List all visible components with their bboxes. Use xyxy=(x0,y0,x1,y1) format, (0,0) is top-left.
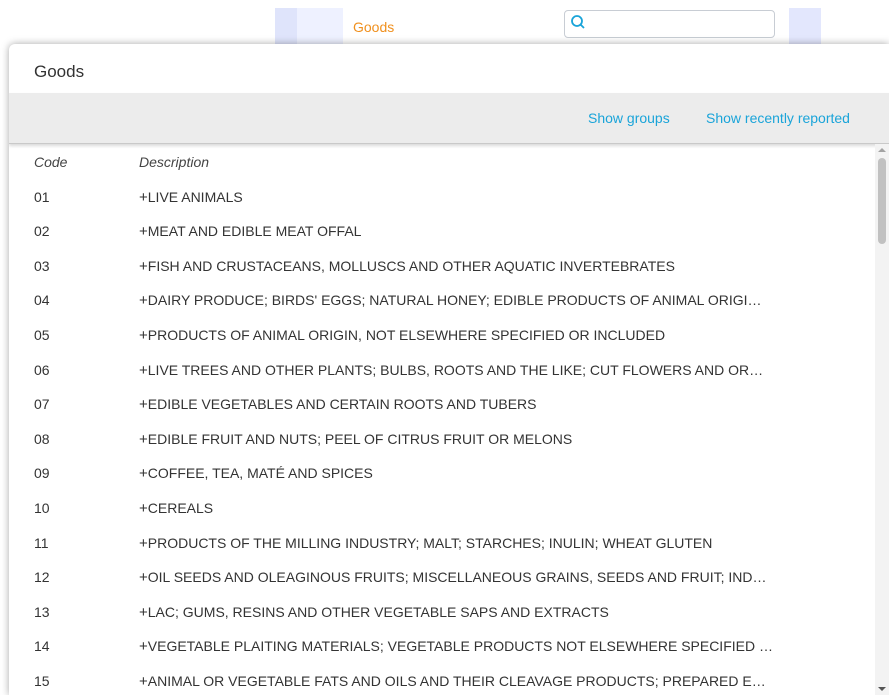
row-description-text: MEAT AND EDIBLE MEAT OFFAL xyxy=(147,223,362,240)
row-description: +LIVE ANIMALS xyxy=(139,189,839,206)
row-code: 04 xyxy=(34,292,50,309)
expand-plus-icon[interactable]: + xyxy=(139,604,148,621)
row-description: +MEAT AND EDIBLE MEAT OFFAL xyxy=(139,223,839,240)
table-row[interactable]: 05 +PRODUCTS OF ANIMAL ORIGIN, NOT ELSEWH… xyxy=(9,317,875,352)
table-row[interactable]: 12 +OIL SEEDS AND OLEAGINOUS FRUITS; MISC… xyxy=(9,559,875,594)
background-goods-label[interactable]: Goods xyxy=(353,19,394,35)
row-description-text: LIVE TREES AND OTHER PLANTS; BULBS, ROOT… xyxy=(147,361,764,378)
table-row[interactable]: 10 +CEREALS xyxy=(9,490,875,525)
expand-plus-icon[interactable]: + xyxy=(139,500,148,517)
row-code: 14 xyxy=(34,638,50,655)
scrollbar-thumb[interactable] xyxy=(878,158,886,244)
scroll-up-arrow-icon[interactable] xyxy=(878,148,886,152)
background-block xyxy=(275,8,297,48)
expand-plus-icon[interactable]: + xyxy=(139,362,148,379)
row-code: 13 xyxy=(34,603,50,620)
expand-plus-icon[interactable]: + xyxy=(139,396,148,413)
expand-plus-icon[interactable]: + xyxy=(139,638,148,655)
row-code: 11 xyxy=(34,534,49,551)
row-description: +OIL SEEDS AND OLEAGINOUS FRUITS; MISCEL… xyxy=(139,569,839,586)
show-groups-link[interactable]: Show groups xyxy=(588,110,670,126)
row-description: +COFFEE, TEA, MATÉ AND SPICES xyxy=(139,465,839,482)
row-description-text: PRODUCTS OF ANIMAL ORIGIN, NOT ELSEWHERE… xyxy=(147,327,666,343)
table-row[interactable]: 14 +VEGETABLE PLAITING MATERIALS; VEGETAB… xyxy=(9,628,875,663)
table-row[interactable]: 09 +COFFEE, TEA, MATÉ AND SPICES xyxy=(9,455,875,490)
table-header: Code Description xyxy=(9,144,875,179)
row-description: +PRODUCTS OF THE MILLING INDUSTRY; MALT;… xyxy=(139,535,839,552)
table-row[interactable]: 07 +EDIBLE VEGETABLES AND CERTAIN ROOTS A… xyxy=(9,386,875,421)
row-description-text: LIVE ANIMALS xyxy=(147,188,243,205)
column-header-code: Code xyxy=(34,154,68,170)
table-row[interactable]: 04 +DAIRY PRODUCE; BIRDS' EGGS; NATURAL H… xyxy=(9,282,875,317)
table-row[interactable]: 06 +LIVE TREES AND OTHER PLANTS; BULBS, R… xyxy=(9,352,875,387)
scrollbar[interactable] xyxy=(875,144,889,695)
expand-plus-icon[interactable]: + xyxy=(139,673,148,690)
table-row[interactable]: 13 +LAC; GUMS, RESINS AND OTHER VEGETABLE… xyxy=(9,594,875,629)
row-description: +CEREALS xyxy=(139,500,839,517)
row-description-text: EDIBLE FRUIT AND NUTS; PEEL OF CITRUS FR… xyxy=(147,430,573,447)
row-description: +LAC; GUMS, RESINS AND OTHER VEGETABLE S… xyxy=(139,604,839,621)
goods-table: Code Description 01 +LIVE ANIMALS 02 +MEAT … xyxy=(9,144,875,695)
modal-toolbar: Show groups Show recently reported xyxy=(9,93,889,144)
row-description-text: LAC; GUMS, RESINS AND OTHER VEGETABLE SA… xyxy=(147,603,609,620)
row-description-text: OIL SEEDS AND OLEAGINOUS FRUITS; MISCELL… xyxy=(147,569,767,586)
table-row[interactable]: 02 +MEAT AND EDIBLE MEAT OFFAL xyxy=(9,213,875,248)
row-code: 06 xyxy=(34,361,50,378)
expand-plus-icon[interactable]: + xyxy=(139,189,148,206)
background-block xyxy=(297,8,343,48)
table-row[interactable]: 11 +PRODUCTS OF THE MILLING INDUSTRY; MAL… xyxy=(9,525,875,560)
table-row[interactable]: 08 +EDIBLE FRUIT AND NUTS; PEEL OF CITRUS… xyxy=(9,421,875,456)
row-code: 01 xyxy=(34,188,50,205)
expand-plus-icon[interactable]: + xyxy=(139,465,148,482)
scroll-down-arrow-icon[interactable] xyxy=(878,687,886,691)
expand-plus-icon[interactable]: + xyxy=(139,431,148,448)
row-description: +DAIRY PRODUCE; BIRDS' EGGS; NATURAL HON… xyxy=(139,292,839,309)
table-row[interactable]: 15 +ANIMAL OR VEGETABLE FATS AND OILS AND… xyxy=(9,663,875,695)
row-code: 08 xyxy=(34,430,50,447)
expand-plus-icon[interactable]: + xyxy=(139,569,148,586)
row-description: +EDIBLE VEGETABLES AND CERTAIN ROOTS AND… xyxy=(139,396,839,413)
row-code: 03 xyxy=(34,257,50,274)
table-row[interactable]: 03 +FISH AND CRUSTACEANS, MOLLUSCS AND OT… xyxy=(9,248,875,283)
expand-plus-icon[interactable]: + xyxy=(139,223,148,240)
row-description-text: COFFEE, TEA, MATÉ AND SPICES xyxy=(147,465,373,482)
search-icon xyxy=(570,14,586,30)
background-search-input[interactable] xyxy=(564,10,775,38)
row-description-text: VEGETABLE PLAITING MATERIALS; VEGETABLE … xyxy=(147,638,773,655)
row-code: 15 xyxy=(34,673,50,689)
row-description-text: EDIBLE VEGETABLES AND CERTAIN ROOTS AND … xyxy=(147,396,537,413)
row-code: 10 xyxy=(34,500,50,516)
row-description-text: ANIMAL OR VEGETABLE FATS AND OILS AND TH… xyxy=(147,673,766,689)
row-description: +ANIMAL OR VEGETABLE FATS AND OILS AND T… xyxy=(139,673,839,690)
table-row[interactable]: 01 +LIVE ANIMALS xyxy=(9,179,875,214)
row-description: +LIVE TREES AND OTHER PLANTS; BULBS, ROO… xyxy=(139,362,839,379)
row-description-text: FISH AND CRUSTACEANS, MOLLUSCS AND OTHER… xyxy=(147,257,675,274)
row-description-text: CEREALS xyxy=(147,500,214,516)
expand-plus-icon[interactable]: + xyxy=(139,292,148,309)
expand-plus-icon[interactable]: + xyxy=(139,535,148,552)
goods-modal: Goods Show groups Show recently reported… xyxy=(9,44,889,695)
row-code: 12 xyxy=(34,569,50,586)
show-recently-reported-link[interactable]: Show recently reported xyxy=(706,110,850,126)
row-description-text: PRODUCTS OF THE MILLING INDUSTRY; MALT; … xyxy=(147,534,713,551)
row-code: 05 xyxy=(34,327,50,343)
modal-title: Goods xyxy=(34,62,85,81)
expand-plus-icon[interactable]: + xyxy=(139,258,148,275)
row-description: +VEGETABLE PLAITING MATERIALS; VEGETABLE… xyxy=(139,638,839,655)
row-code: 09 xyxy=(34,465,50,482)
row-code: 07 xyxy=(34,396,50,413)
column-header-description: Description xyxy=(139,154,210,170)
row-code: 02 xyxy=(34,223,50,240)
expand-plus-icon[interactable]: + xyxy=(139,327,148,344)
row-description: +PRODUCTS OF ANIMAL ORIGIN, NOT ELSEWHER… xyxy=(139,327,839,344)
background-header: Goods xyxy=(0,0,889,48)
row-description: +EDIBLE FRUIT AND NUTS; PEEL OF CITRUS F… xyxy=(139,431,839,448)
background-block xyxy=(789,8,821,48)
row-description: +FISH AND CRUSTACEANS, MOLLUSCS AND OTHE… xyxy=(139,258,839,275)
row-description-text: DAIRY PRODUCE; BIRDS' EGGS; NATURAL HONE… xyxy=(147,292,762,309)
